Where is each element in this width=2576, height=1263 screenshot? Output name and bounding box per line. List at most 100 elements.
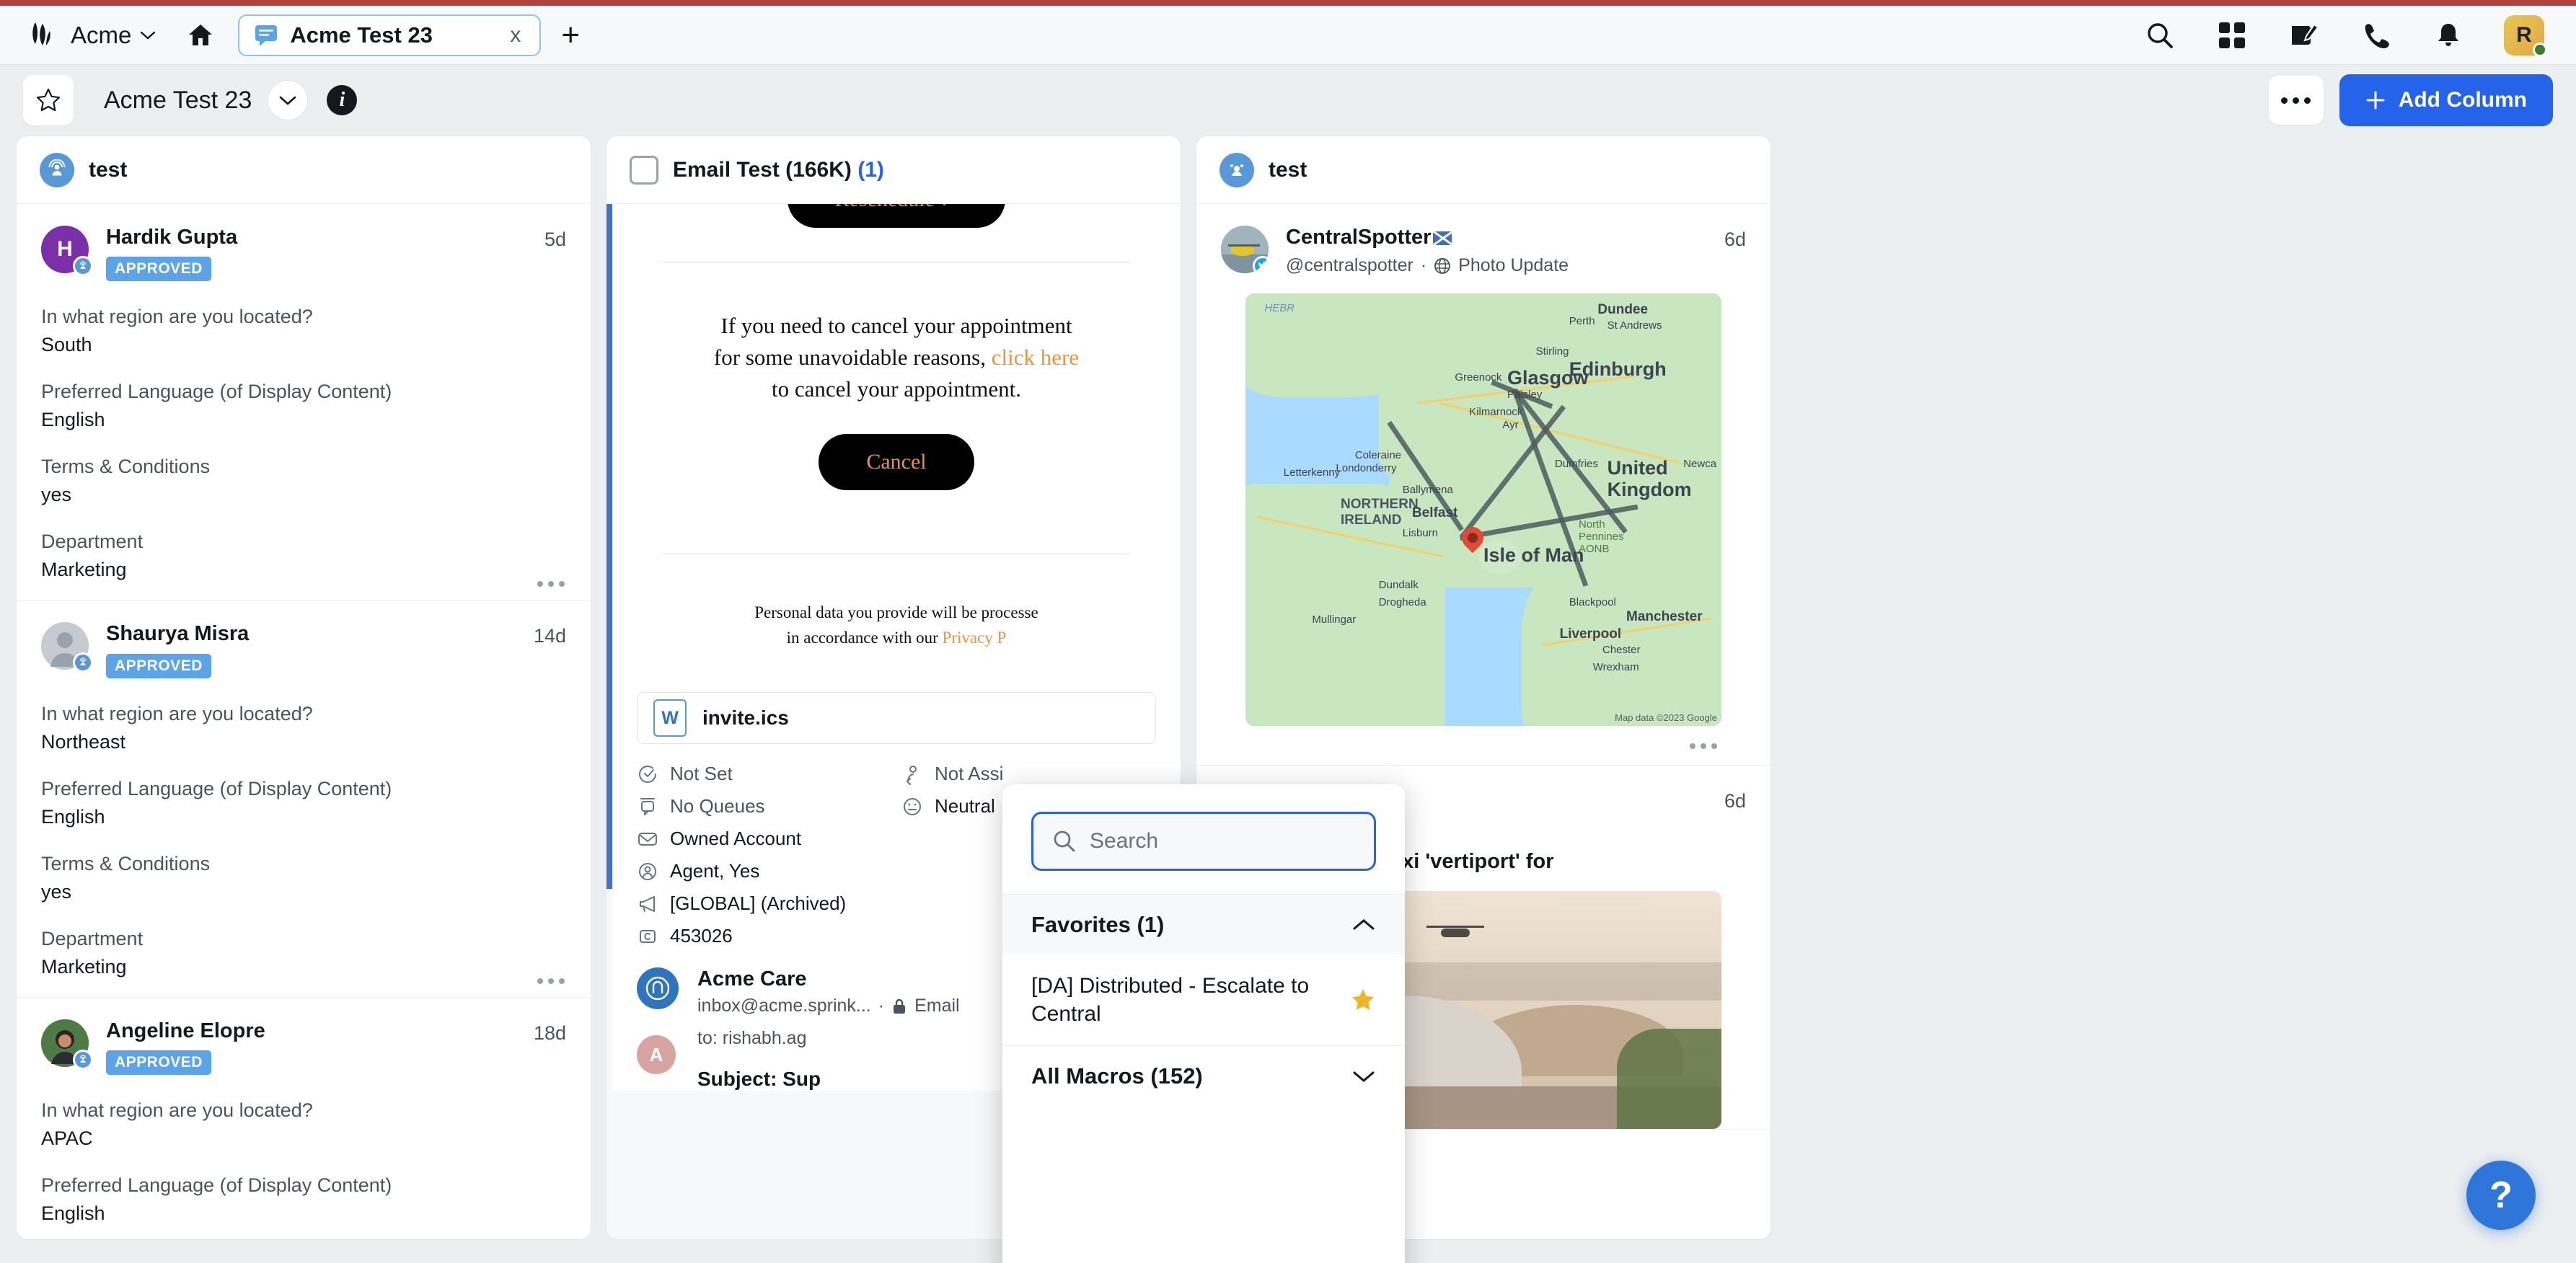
meta-case-id[interactable]: 453026 bbox=[637, 925, 891, 947]
meta-queues[interactable]: No Queues bbox=[637, 795, 891, 817]
card-age: 5d bbox=[544, 229, 566, 250]
cancel-text-prefix: for some unavoidable reasons, bbox=[713, 345, 986, 371]
field-question: In what region are you located? bbox=[41, 702, 313, 724]
select-all-checkbox[interactable] bbox=[630, 155, 658, 185]
status-badge: APPROVED bbox=[106, 257, 211, 282]
search-icon[interactable] bbox=[2143, 19, 2176, 52]
meta-account[interactable]: Owned Account bbox=[637, 828, 891, 850]
add-column-button[interactable]: Add Column bbox=[2339, 74, 2553, 126]
top-accent-strip bbox=[0, 0, 2576, 6]
ellipsis-icon bbox=[1690, 743, 1717, 750]
macro-label: [DA] Distributed - Escalate to Central bbox=[1031, 974, 1310, 1026]
column-feed[interactable]: H Hardik Gupta APPROVED 5d In what regio… bbox=[17, 204, 591, 1239]
meta-label: Owned Account bbox=[670, 828, 802, 850]
tab-label: Acme Test 23 bbox=[290, 22, 433, 48]
meta-label: No Queues bbox=[670, 795, 765, 817]
twitter-verified-icon bbox=[1253, 256, 1269, 273]
list-item[interactable]: Shaurya Misra APPROVED 14d In what regio… bbox=[17, 601, 591, 998]
broadcast-icon bbox=[40, 152, 74, 187]
quote-rail bbox=[606, 204, 612, 889]
cancel-text-line-3: to cancel your appointment. bbox=[771, 376, 1022, 402]
tab-acme-test-23[interactable]: Acme Test 23 x bbox=[238, 14, 542, 56]
search-input[interactable] bbox=[1090, 829, 1355, 854]
meta-assignee[interactable]: Not Assi bbox=[901, 763, 1156, 785]
search-icon bbox=[1052, 829, 1077, 854]
meta-label: 453026 bbox=[670, 925, 733, 947]
status-badge: APPROVED bbox=[106, 653, 211, 678]
macro-section-favorites[interactable]: Favorites (1) bbox=[1002, 894, 1405, 954]
avatar-initial: R bbox=[2516, 22, 2532, 47]
attachment-invite-ics[interactable]: W invite.ics bbox=[637, 692, 1156, 745]
new-tab-button[interactable]: + bbox=[561, 19, 580, 51]
list-item[interactable]: Angeline Elopre APPROVED 18d In what reg… bbox=[17, 998, 591, 1239]
fineprint-line-2: in accordance with our Privacy P bbox=[641, 626, 1152, 651]
column-title: test bbox=[89, 157, 128, 182]
home-icon[interactable] bbox=[182, 17, 219, 54]
favorite-board-button[interactable] bbox=[23, 75, 74, 125]
add-column-label: Add Column bbox=[2398, 88, 2527, 112]
column-header[interactable]: test bbox=[1196, 136, 1770, 204]
email-recipient: to: rishabh.ag bbox=[697, 1028, 807, 1049]
field-question: Terms & Conditions bbox=[41, 852, 211, 874]
post-age: 6d bbox=[1724, 790, 1746, 812]
info-icon[interactable]: i bbox=[327, 85, 358, 115]
close-icon[interactable]: x bbox=[506, 23, 525, 48]
phone-icon[interactable] bbox=[2360, 19, 2393, 52]
card-author-name: Hardik Gupta bbox=[106, 226, 238, 249]
status-badge: APPROVED bbox=[106, 1050, 211, 1076]
field-answer: English bbox=[41, 805, 105, 828]
ellipsis-icon bbox=[2281, 97, 2311, 104]
card-more-button[interactable] bbox=[537, 978, 565, 984]
meta-label: Neutral bbox=[935, 795, 995, 817]
clock-check-icon bbox=[637, 763, 658, 785]
grid-apps-icon[interactable] bbox=[2215, 19, 2249, 52]
macro-picker-popup[interactable]: Favorites (1) [DA] Distributed - Escalat… bbox=[1002, 784, 1405, 1263]
card-more-button[interactable] bbox=[537, 581, 565, 588]
reschedule-button[interactable]: Reschedule ↗ bbox=[787, 204, 1006, 228]
sentiment-neutral-icon bbox=[901, 796, 923, 817]
field-answer: Northeast bbox=[41, 730, 126, 753]
help-button[interactable]: ? bbox=[2466, 1161, 2536, 1230]
board-header-actions: Add Column bbox=[2268, 74, 2553, 126]
workspace-name: Acme bbox=[71, 21, 132, 48]
bell-icon[interactable] bbox=[2432, 19, 2465, 52]
post-map-image[interactable]: HEBR Dundee Perth St Andrews Stirling Ed… bbox=[1245, 293, 1721, 727]
column-header[interactable]: test bbox=[17, 136, 591, 204]
meta-campaign[interactable]: [GLOBAL] (Archived) bbox=[637, 892, 891, 915]
macro-search-section bbox=[1002, 784, 1405, 894]
post-author-text: CentralSpotter bbox=[1286, 226, 1432, 249]
post-age: 6d bbox=[1724, 229, 1746, 250]
recipient-avatar: A bbox=[637, 1035, 676, 1075]
macro-section-all-macros[interactable]: All Macros (152) bbox=[1002, 1045, 1405, 1106]
avatar bbox=[1221, 226, 1269, 273]
list-item[interactable]: CentralSpotter @centralspotter · Photo U… bbox=[1196, 204, 1770, 766]
cancel-text-line-1: If you need to cancel your appointment bbox=[720, 313, 1072, 338]
board-menu-button[interactable] bbox=[268, 80, 309, 120]
avatar bbox=[41, 1019, 93, 1070]
cancel-button[interactable]: Cancel bbox=[819, 434, 974, 491]
assign-user-icon bbox=[901, 763, 923, 785]
click-here-link[interactable]: click here bbox=[992, 345, 1079, 370]
column-header[interactable]: Email Test (166K) (1) bbox=[606, 136, 1181, 204]
scotland-flag-icon bbox=[1433, 231, 1452, 245]
meta-label: Agent, Yes bbox=[670, 860, 760, 882]
page-title: Acme Test 23 bbox=[104, 86, 252, 114]
workspace-switcher[interactable]: Acme bbox=[71, 22, 156, 49]
card-field: In what region are you located? Northeas… bbox=[41, 703, 566, 753]
privacy-policy-link[interactable]: Privacy P bbox=[943, 629, 1007, 647]
card-field: Preferred Language (of Display Content) … bbox=[41, 1174, 566, 1225]
email-subject: Subject: Sup bbox=[697, 1068, 821, 1091]
post-more-button[interactable] bbox=[1221, 726, 1746, 765]
list-item[interactable]: H Hardik Gupta APPROVED 5d In what regio… bbox=[17, 204, 591, 601]
meta-due-date[interactable]: Not Set bbox=[637, 763, 891, 785]
broadcast-icon bbox=[73, 652, 93, 673]
compose-icon[interactable] bbox=[2288, 19, 2321, 52]
star-filled-icon[interactable] bbox=[1350, 987, 1376, 1013]
meta-agent[interactable]: Agent, Yes bbox=[637, 860, 891, 882]
column-test-left: test H Hardik Gupta APPROVED 5d In what … bbox=[16, 136, 591, 1240]
board-more-button[interactable] bbox=[2268, 76, 2324, 125]
macro-search-box[interactable] bbox=[1031, 812, 1376, 871]
macro-item-escalate-central[interactable]: [DA] Distributed - Escalate to Central bbox=[1002, 954, 1405, 1045]
user-avatar[interactable]: R bbox=[2504, 14, 2547, 57]
megaphone-icon bbox=[637, 893, 658, 915]
